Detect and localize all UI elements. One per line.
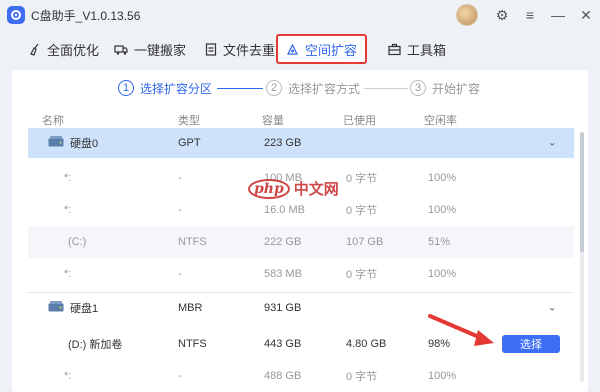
tab-file-dedup[interactable]: 文件去重	[205, 34, 275, 64]
partition-type: -	[178, 370, 182, 382]
truck-icon	[114, 44, 128, 55]
disk-name: 硬盘0	[70, 138, 99, 150]
partition-row[interactable]: *: - 488 GB 0 字节 100%	[28, 360, 574, 392]
tab-full-optimize[interactable]: 全面优化	[28, 34, 99, 64]
partition-free-rate: 100%	[428, 268, 457, 280]
app-logo-icon	[7, 6, 25, 24]
select-button[interactable]: 选择	[502, 335, 560, 353]
step-2: 2 选择扩容方式	[266, 76, 360, 100]
column-header-type: 类型	[178, 115, 200, 127]
partition-capacity: 222 GB	[264, 236, 302, 248]
app-title: C盘助手_V1.0.13.56	[31, 8, 141, 23]
partition-type: -	[178, 268, 182, 280]
close-button[interactable]: ✕	[572, 0, 600, 30]
tab-label: 全面优化	[47, 42, 100, 58]
partition-name: *:	[64, 172, 72, 184]
partition-used: 0 字节	[346, 205, 378, 217]
partition-free-rate: 100%	[428, 204, 457, 216]
column-header-used: 已使用	[343, 115, 376, 127]
disk-row[interactable]: 硬盘0 GPT 223 GB ⌄	[28, 128, 574, 158]
step-number: 2	[266, 80, 282, 96]
column-header-name: 名称	[42, 115, 64, 127]
disk-name: 硬盘1	[70, 302, 99, 315]
partition-used: 0 字节	[346, 173, 378, 185]
minimize-button[interactable]: —	[544, 0, 572, 30]
partition-row[interactable]: (C:) NTFS 222 GB 107 GB 51%	[28, 226, 574, 258]
disk-type: MBR	[178, 301, 203, 314]
partition-used: 0 字节	[346, 371, 378, 383]
partition-capacity: 488 GB	[264, 370, 302, 382]
step-indicator: 1 选择扩容分区 2 选择扩容方式 3 开始扩容	[12, 76, 588, 100]
column-header-capacity: 容量	[262, 115, 284, 127]
partition-type: NTFS	[178, 338, 207, 350]
partition-capacity: 16.0 MB	[264, 204, 305, 216]
partition-free-rate: 100%	[428, 172, 457, 184]
chevron-down-icon[interactable]: ⌄	[548, 302, 556, 313]
step-1: 1 选择扩容分区	[118, 76, 212, 100]
toolbox-icon	[388, 43, 401, 55]
disk-capacity: 931 GB	[264, 301, 302, 314]
partition-used: 4.80 GB	[346, 338, 387, 350]
disk-capacity: 223 GB	[264, 137, 302, 149]
main-tabs: 全面优化 一键搬家 文件去重 空间扩容 工具箱	[0, 30, 600, 68]
partition-free-rate: 51%	[428, 236, 451, 248]
scrollbar[interactable]	[580, 132, 584, 382]
red-arrow-icon	[428, 314, 494, 346]
disk-icon	[48, 136, 64, 151]
chevron-down-icon[interactable]: ⌄	[548, 138, 556, 149]
partition-capacity: 443 GB	[264, 338, 302, 350]
watermark-logo: php	[248, 178, 290, 199]
partition-type: -	[178, 204, 182, 216]
partition-row[interactable]: *: - 583 MB 0 字节 100%	[28, 258, 574, 290]
user-avatar[interactable]	[456, 4, 478, 26]
step-number: 3	[410, 80, 426, 96]
broom-icon	[30, 43, 39, 56]
expand-space-icon	[287, 43, 298, 55]
partition-used: 0 字节	[346, 269, 378, 281]
tab-label: 一键搬家	[134, 42, 187, 58]
step-3: 3 开始扩容	[410, 76, 480, 100]
step-label: 选择扩容方式	[288, 81, 361, 96]
partition-name: *:	[64, 268, 72, 280]
step-label: 开始扩容	[432, 81, 481, 96]
table-header: 名称 类型 容量 已使用 空闲率	[12, 108, 588, 128]
partition-capacity: 583 MB	[264, 268, 302, 280]
watermark-text: 中文网	[293, 181, 339, 198]
scrollbar-thumb[interactable]	[580, 132, 584, 252]
watermark: php 中文网	[248, 178, 339, 199]
tab-label: 工具箱	[407, 42, 447, 58]
tab-one-click-move[interactable]: 一键搬家	[114, 34, 186, 64]
partition-free-rate: 100%	[428, 370, 457, 382]
step-number: 1	[118, 80, 134, 96]
settings-icon[interactable]: ⚙	[488, 0, 516, 30]
title-bar: C盘助手_V1.0.13.56 ⚙ ≡ — ✕	[0, 0, 600, 30]
tab-label: 文件去重	[223, 42, 276, 58]
step-label: 选择扩容分区	[140, 81, 213, 96]
disk-icon	[48, 300, 64, 315]
tab-label: 空间扩容	[305, 42, 358, 58]
disk-type: GPT	[178, 137, 201, 149]
partition-type: -	[178, 172, 182, 184]
column-header-free-rate: 空闲率	[424, 115, 457, 127]
partition-name: *:	[64, 370, 72, 382]
partition-name: (D:) 新加卷	[68, 339, 123, 351]
tab-space-expand[interactable]: 空间扩容	[276, 34, 368, 64]
partition-name: (C:)	[68, 236, 87, 248]
step-connector	[217, 88, 263, 89]
partition-name: *:	[64, 204, 72, 216]
partition-used: 107 GB	[346, 236, 384, 248]
step-connector	[364, 88, 408, 89]
tab-toolbox[interactable]: 工具箱	[388, 34, 446, 64]
partition-type: NTFS	[178, 236, 207, 248]
menu-icon[interactable]: ≡	[516, 0, 544, 30]
file-dedup-icon	[205, 42, 217, 56]
